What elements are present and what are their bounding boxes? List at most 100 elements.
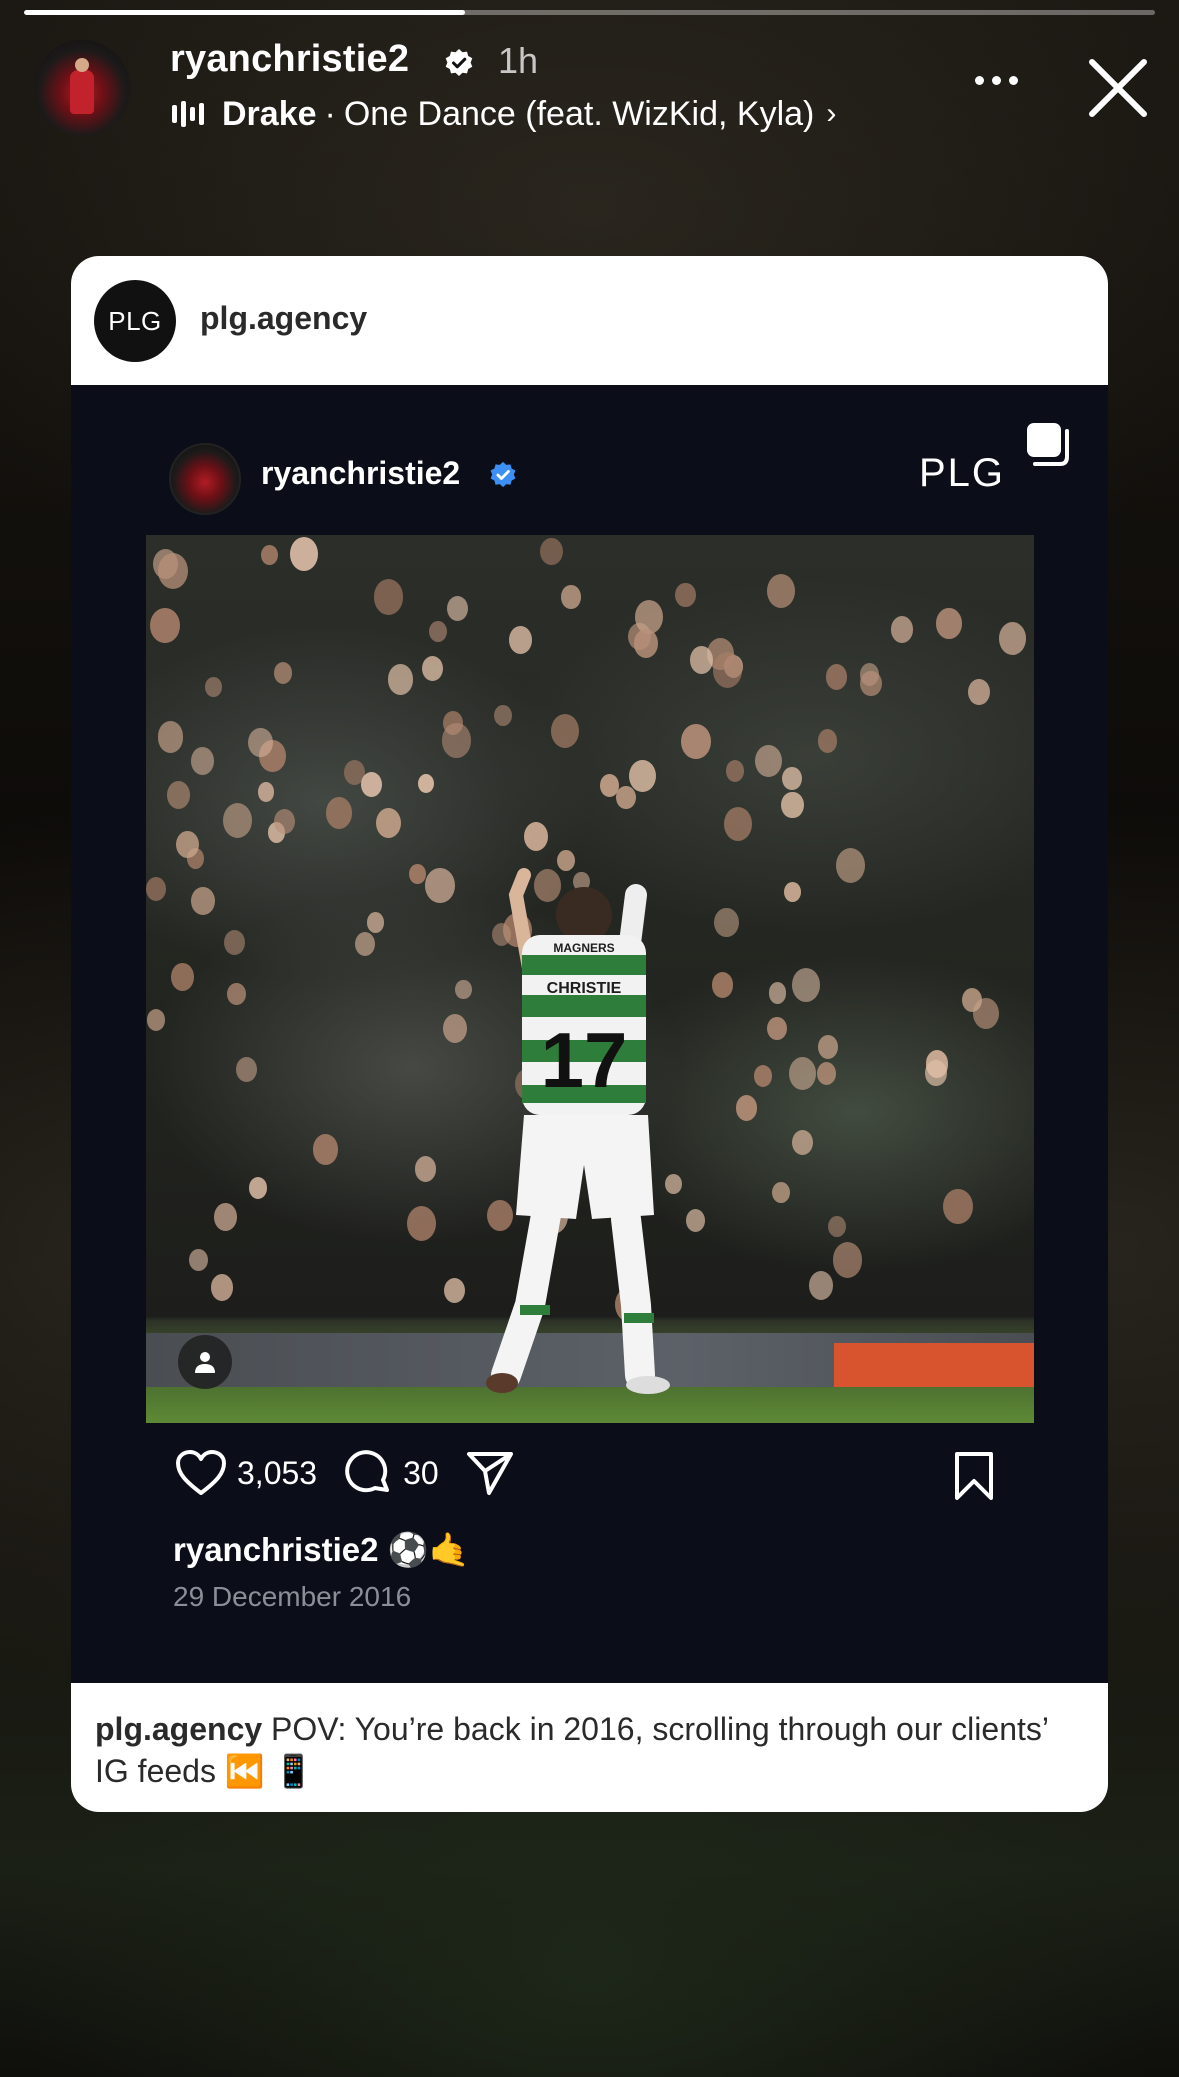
- crowd-face: [616, 786, 636, 810]
- advertising-board-red: [834, 1343, 1034, 1389]
- shared-post-header: PLG plg.agency: [71, 256, 1108, 386]
- crowd-face: [222, 803, 253, 839]
- crowd-face: [714, 908, 739, 938]
- crowd-face: [768, 982, 787, 1004]
- music-artist: Drake: [222, 94, 317, 133]
- crowd-face: [248, 1177, 267, 1199]
- crowd-face: [425, 868, 455, 904]
- player-figure: MAGNERS CHRISTIE 17: [486, 868, 670, 1394]
- crowd-face: [171, 963, 195, 991]
- crowd-face: [781, 791, 804, 819]
- post-actions: 3,053 30: [175, 1445, 551, 1501]
- crowd-face: [455, 980, 472, 1000]
- person-icon: [195, 1352, 215, 1373]
- crowd-face: [417, 774, 434, 794]
- crowd-face: [376, 808, 402, 839]
- shared-post-caption: plg.agency POV: You’re back in 2016, scr…: [95, 1708, 1085, 1792]
- story-progress-bar: [24, 10, 1155, 15]
- bookmark-icon[interactable]: [951, 1451, 997, 1501]
- crowd-face: [289, 537, 318, 572]
- story-username[interactable]: ryanchristie2: [170, 38, 409, 81]
- crowd-face: [962, 987, 983, 1012]
- crowd-face: [782, 767, 802, 791]
- plg-logo: PLG: [919, 451, 1006, 495]
- caption-username[interactable]: plg.agency: [95, 1711, 262, 1747]
- music-track: One Dance (feat. WizKid, Kyla): [343, 94, 815, 133]
- share-group[interactable]: [465, 1449, 525, 1497]
- plg-agency-avatar[interactable]: PLG: [94, 280, 176, 362]
- chevron-right-icon: ›: [826, 97, 837, 130]
- inner-caption-emoji: ⚽🤙: [387, 1531, 470, 1568]
- crowd-face: [628, 759, 657, 793]
- crowd-face: [354, 931, 376, 957]
- more-dot: [992, 75, 1001, 85]
- crowd-face: [735, 1095, 758, 1122]
- crowd-face: [257, 782, 274, 802]
- crowd-face: [816, 1061, 836, 1085]
- crowd-face: [447, 595, 468, 621]
- crowd-face: [686, 1209, 706, 1233]
- crowd-face: [550, 714, 580, 749]
- crowd-face: [191, 886, 215, 915]
- crowd-face: [273, 662, 293, 685]
- crowd-face: [690, 646, 714, 674]
- crowd-face: [261, 544, 279, 566]
- crowd-face: [788, 1056, 817, 1091]
- crowd-face: [791, 968, 820, 1002]
- crowd-face: [791, 1129, 813, 1156]
- crowd-face: [925, 1060, 947, 1086]
- crowd-face: [766, 574, 796, 609]
- crowd-face: [561, 585, 581, 609]
- jersey-name: CHRISTIE: [547, 980, 622, 997]
- crowd-face: [190, 747, 214, 775]
- crowd-face: [725, 759, 745, 782]
- share-icon[interactable]: [465, 1449, 515, 1497]
- crowd-face: [508, 626, 532, 655]
- avatar[interactable]: [34, 40, 130, 136]
- like-group[interactable]: 3,053: [175, 1449, 317, 1497]
- crowd-face: [158, 552, 189, 589]
- verified-badge-icon: [445, 49, 473, 76]
- crowd-face: [826, 664, 848, 690]
- crowd-face: [189, 1248, 208, 1271]
- crowd-face: [767, 1016, 787, 1040]
- avatar-figure: [70, 70, 94, 114]
- story-timestamp: 1h: [498, 40, 539, 81]
- crowd-face: [817, 1034, 838, 1059]
- crowd-face: [599, 774, 619, 797]
- crowd-face: [213, 1202, 237, 1231]
- crowd-face: [998, 622, 1026, 655]
- crowd-face: [772, 1181, 791, 1204]
- crowd-face: [408, 863, 426, 885]
- crowd-face: [817, 729, 838, 753]
- story-progress-fill: [24, 10, 466, 15]
- tagged-user-icon[interactable]: [178, 1335, 232, 1389]
- music-attribution[interactable]: Drake · One Dance (feat. WizKid, Kyla) ›: [172, 92, 836, 136]
- crowd-face: [360, 771, 383, 798]
- comment-icon[interactable]: [343, 1448, 393, 1498]
- crowd-face: [236, 1057, 257, 1083]
- crowd-face: [204, 676, 222, 698]
- more-dot: [975, 75, 984, 85]
- inner-caption-username: ryanchristie2: [173, 1531, 379, 1568]
- crowd-face: [859, 670, 882, 697]
- crowd-face: [273, 808, 296, 835]
- comment-group[interactable]: 30: [343, 1448, 439, 1498]
- inner-post: ryanchristie2 PLG MAGNERS CHRISTIE 17 3,…: [71, 385, 1108, 1683]
- crowd-face: [967, 678, 991, 706]
- crowd-face: [442, 1014, 467, 1044]
- crowd-face: [387, 664, 413, 695]
- crowd-face: [754, 1065, 773, 1088]
- inner-post-date: 29 December 2016: [173, 1581, 412, 1612]
- close-icon[interactable]: [1088, 58, 1148, 118]
- crowd-face: [783, 881, 801, 902]
- crowd-face: [712, 972, 733, 998]
- crowd-face: [157, 721, 184, 753]
- crowd-face: [890, 616, 913, 644]
- heart-icon[interactable]: [175, 1449, 227, 1497]
- crowd-face: [836, 848, 866, 884]
- post-photo: MAGNERS CHRISTIE 17: [146, 535, 1034, 1423]
- shared-post-card[interactable]: PLG plg.agency ryanchristie2 PLG MAGNERS…: [71, 256, 1108, 1812]
- shared-post-account[interactable]: plg.agency: [200, 300, 367, 337]
- more-options-button[interactable]: [975, 70, 1023, 90]
